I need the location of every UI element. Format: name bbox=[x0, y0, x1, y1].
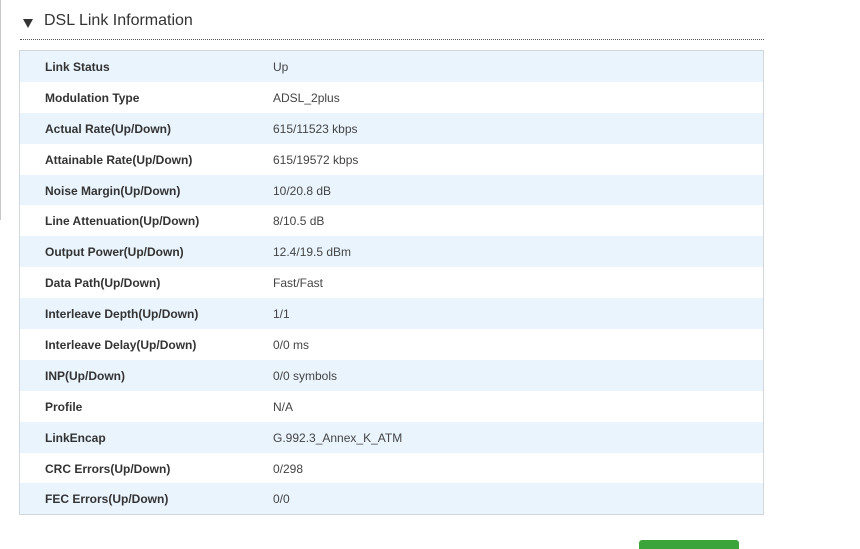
action-button[interactable] bbox=[639, 540, 739, 549]
row-value: Fast/Fast bbox=[273, 276, 324, 291]
table-row: Line Attenuation(Up/Down) 8/10.5 dB bbox=[20, 205, 763, 237]
row-value: Up bbox=[273, 60, 289, 74]
table-row: Actual Rate(Up/Down) 615/11523 kbps bbox=[20, 112, 763, 144]
row-label: Attainable Rate(Up/Down) bbox=[45, 152, 193, 167]
table-row: Attainable Rate(Up/Down) 615/19572 kbps bbox=[20, 143, 763, 175]
row-label: Actual Rate(Up/Down) bbox=[45, 121, 171, 136]
row-value: 0/0 bbox=[273, 492, 290, 507]
left-edge-divider bbox=[0, 0, 1, 220]
row-label: Interleave Depth(Up/Down) bbox=[45, 307, 199, 322]
table-row: Interleave Delay(Up/Down) 0/0 ms bbox=[20, 329, 763, 360]
table-row: Noise Margin(Up/Down) 10/20.8 dB bbox=[20, 174, 763, 206]
row-label: Data Path(Up/Down) bbox=[45, 276, 161, 291]
row-value: ADSL_2plus bbox=[273, 90, 340, 105]
row-value: 615/19572 kbps bbox=[273, 152, 359, 167]
row-value: N/A bbox=[273, 399, 294, 414]
row-value: 0/298 bbox=[273, 461, 304, 476]
row-label: Link Status bbox=[45, 60, 110, 74]
row-label: Noise Margin(Up/Down) bbox=[45, 183, 181, 198]
collapse-triangle-icon[interactable] bbox=[23, 19, 33, 28]
table-row: CRC Errors(Up/Down) 0/298 bbox=[20, 452, 763, 484]
section-header: DSL Link Information bbox=[20, 0, 764, 40]
row-value: 615/11523 kbps bbox=[273, 121, 358, 136]
table-row: Output Power(Up/Down) 12.4/19.5 dBm bbox=[20, 236, 763, 268]
table-row: Data Path(Up/Down) Fast/Fast bbox=[20, 267, 763, 299]
row-label: INP(Up/Down) bbox=[45, 368, 125, 383]
row-value: 0/0 symbols bbox=[273, 368, 338, 383]
table-row: Modulation Type ADSL_2plus bbox=[20, 81, 763, 113]
row-label: Line Attenuation(Up/Down) bbox=[45, 214, 200, 229]
table-row: Link Status Up bbox=[20, 51, 763, 82]
row-label: CRC Errors(Up/Down) bbox=[45, 461, 171, 476]
table-row: Profile N/A bbox=[20, 390, 763, 422]
row-value: 1/1 bbox=[273, 307, 290, 322]
row-label: Profile bbox=[45, 399, 83, 414]
section-title: DSL Link Information bbox=[44, 12, 193, 29]
table-row: INP(Up/Down) 0/0 symbols bbox=[20, 359, 763, 391]
row-label: Modulation Type bbox=[45, 90, 140, 105]
row-label: Interleave Delay(Up/Down) bbox=[45, 338, 197, 353]
row-label: Output Power(Up/Down) bbox=[45, 245, 184, 260]
row-label: LinkEncap bbox=[45, 430, 106, 445]
dsl-info-page: DSL Link Information Link Status Up Modu… bbox=[0, 0, 860, 549]
row-value: 10/20.8 dB bbox=[273, 183, 332, 198]
table-row: LinkEncap G.992.3_Annex_K_ATM bbox=[20, 421, 763, 453]
table-row: Interleave Depth(Up/Down) 1/1 bbox=[20, 298, 763, 330]
dsl-info-table: Link Status Up Modulation Type ADSL_2plu… bbox=[19, 50, 764, 515]
row-value: 0/0 ms bbox=[273, 338, 310, 353]
row-value: 12.4/19.5 dBm bbox=[273, 245, 352, 260]
row-value: G.992.3_Annex_K_ATM bbox=[273, 430, 403, 445]
row-value: 8/10.5 dB bbox=[273, 214, 325, 229]
row-label: FEC Errors(Up/Down) bbox=[45, 492, 169, 507]
table-row: FEC Errors(Up/Down) 0/0 bbox=[20, 483, 763, 514]
